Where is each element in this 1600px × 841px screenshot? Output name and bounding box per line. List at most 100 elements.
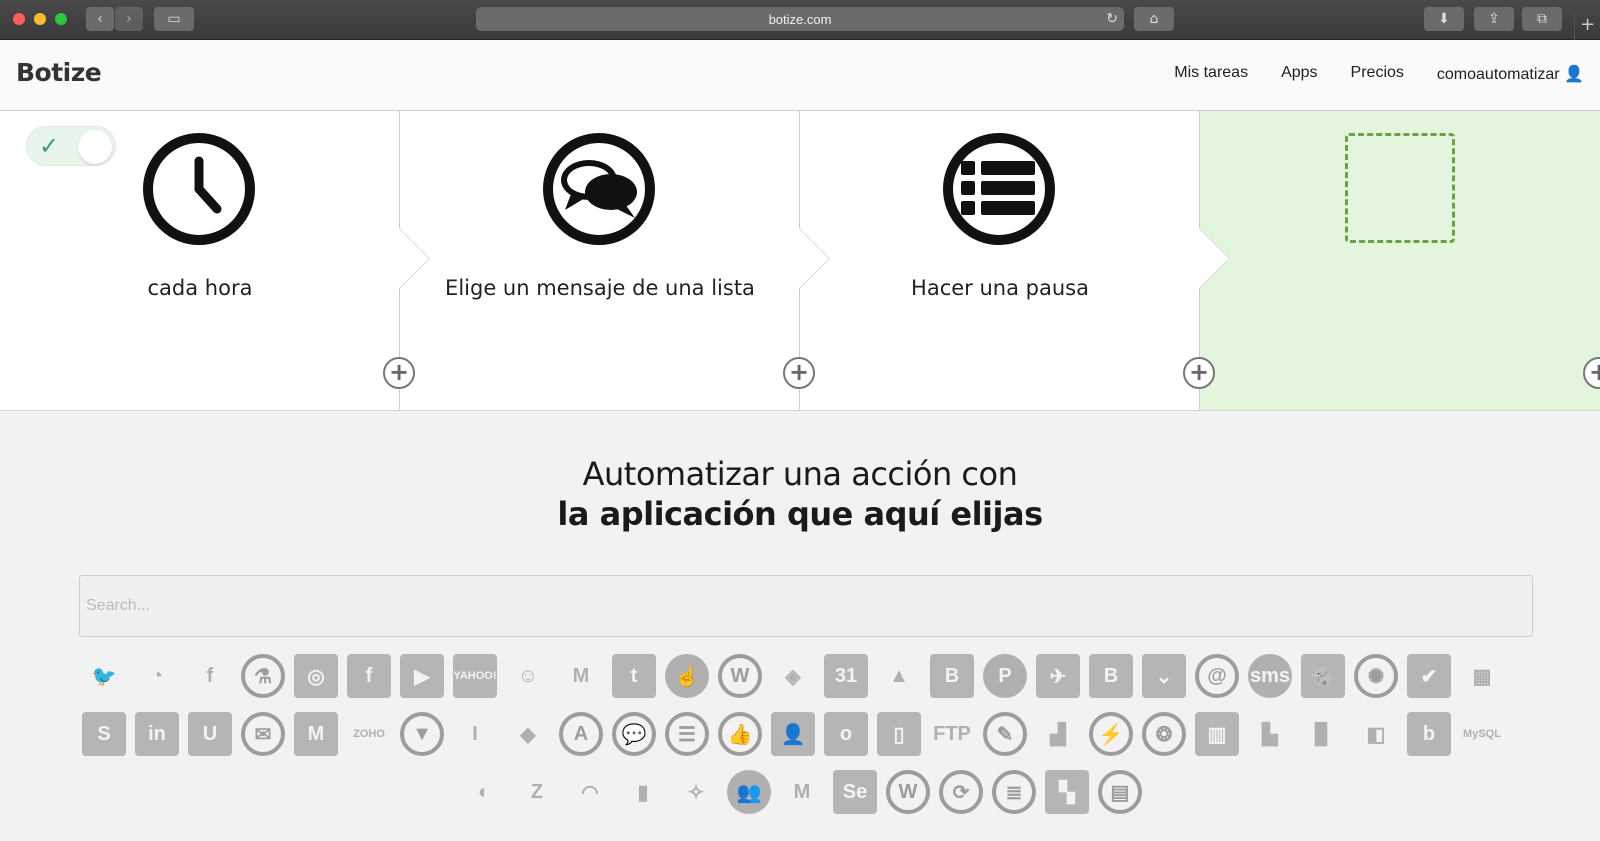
app-group-icon[interactable]: 👥 — [727, 770, 771, 814]
app-blocks-icon[interactable]: ▙ — [1248, 712, 1292, 756]
forward-button[interactable]: › — [115, 7, 143, 31]
tabs-icon: ⧉ — [1537, 11, 1547, 27]
app-sync-icon[interactable]: ⟳ — [939, 770, 983, 814]
app-contacts-icon[interactable]: 👤 — [771, 712, 815, 756]
app-outlook-icon[interactable]: o — [824, 712, 868, 756]
app-analytics-icon[interactable]: ▟ — [1036, 712, 1080, 756]
tabs-overview-button[interactable]: ⧉ — [1522, 7, 1562, 31]
app-messenger-icon[interactable]: ⚡ — [1089, 712, 1133, 756]
app-rss-icon[interactable]: ◔ — [135, 654, 179, 698]
app-yahoo-weather-icon[interactable]: YAHOO! — [453, 654, 497, 698]
app-google-drive-icon[interactable]: ▲ — [877, 654, 921, 698]
app-filter-icon[interactable]: ▼ — [400, 712, 444, 756]
app-gmail-icon[interactable]: M — [559, 654, 603, 698]
app-typography-icon[interactable]: A — [559, 712, 603, 756]
app-document-icon[interactable]: ▯ — [877, 712, 921, 756]
reload-icon[interactable]: ↻ — [1106, 10, 1118, 27]
app-cube-icon[interactable]: ◆ — [506, 712, 550, 756]
app-lab-icon[interactable]: ⚗ — [241, 654, 285, 698]
app-email-at-icon[interactable]: @ — [1195, 654, 1239, 698]
app-bars-icon[interactable]: ▊ — [1301, 712, 1345, 756]
app-wordpress-icon[interactable]: W — [886, 770, 930, 814]
app-instapaper-icon[interactable]: I — [453, 712, 497, 756]
close-window-button[interactable] — [13, 13, 25, 25]
brand-logo[interactable]: Botize — [16, 58, 102, 87]
app-pocket-icon[interactable]: ⌄ — [1142, 654, 1186, 698]
app-bing-icon[interactable]: b — [1407, 712, 1451, 756]
app-like-icon[interactable]: 👍 — [718, 712, 762, 756]
downloads-button[interactable]: ⬇ — [1424, 7, 1464, 31]
nav-apps[interactable]: Apps — [1281, 64, 1317, 84]
chat-bubbles-icon — [543, 133, 655, 245]
app-sms-icon[interactable]: sms — [1248, 654, 1292, 698]
app-selenium-icon[interactable]: Se — [833, 770, 877, 814]
dashed-placeholder[interactable] — [1345, 133, 1455, 243]
list-icon — [943, 133, 1055, 245]
app-doc-list-icon[interactable]: ≣ — [992, 770, 1036, 814]
app-zoho-projects-icon[interactable]: ZOHO — [347, 712, 391, 756]
app-todo-icon[interactable]: ✔ — [1407, 654, 1451, 698]
app-grid: 🐦 ◔ f ⚗ ◎ f ▶ YAHOO! ☺ Mt ☝ W ◈ 31 ▲ B P ✈ B ⌄ @ sms 🐘 ✺ ✔ ▦ Sin U… — [82, 654, 1522, 828]
app-mysql-icon[interactable]: MySQL — [1460, 712, 1504, 756]
nav-precios[interactable]: Precios — [1351, 64, 1404, 84]
app-evernote-icon[interactable]: 🐘 — [1301, 654, 1345, 698]
app-mail-icon[interactable]: ✉ — [241, 712, 285, 756]
nav-mis-tareas[interactable]: Mis tareas — [1174, 64, 1248, 84]
minimize-window-button[interactable] — [34, 13, 46, 25]
app-touch-icon[interactable]: ☝ — [665, 654, 709, 698]
back-button[interactable]: ‹ — [86, 7, 114, 31]
share-icon: ⇪ — [1488, 11, 1500, 27]
app-pinterest-icon[interactable]: P — [983, 654, 1027, 698]
app-dots-icon[interactable]: ❂ — [1142, 712, 1186, 756]
app-pushpin-icon[interactable]: ✈ — [1036, 654, 1080, 698]
app-instagram-icon[interactable]: ◎ — [294, 654, 338, 698]
app-elastic-icon[interactable]: ◐ — [462, 770, 506, 814]
app-tumblr-icon[interactable]: t — [612, 654, 656, 698]
app-list-icon[interactable]: ☰ — [665, 712, 709, 756]
app-trello-icon[interactable]: ▥ — [1195, 712, 1239, 756]
app-calendar-icon[interactable]: 31 — [824, 654, 868, 698]
app-zendesk-icon[interactable]: Z — [515, 770, 559, 814]
app-brush-icon[interactable]: ✎ — [983, 712, 1027, 756]
new-tab-button[interactable]: + — [1574, 14, 1600, 40]
app-marketo-icon[interactable]: M — [780, 770, 824, 814]
app-chat-icon[interactable]: 💬 — [612, 712, 656, 756]
app-facebook-icon[interactable]: f — [347, 654, 391, 698]
add-step-button[interactable]: + — [1183, 357, 1215, 389]
app-youtube-icon[interactable]: ▶ — [400, 654, 444, 698]
app-swarm-icon[interactable]: S — [82, 712, 126, 756]
app-wordpress-xmlrpc-icon[interactable]: W — [718, 654, 762, 698]
user-icon: 👤 — [1564, 66, 1584, 83]
app-botize-icon[interactable]: B — [1089, 654, 1133, 698]
address-bar[interactable]: botize.com ↻ — [476, 7, 1124, 31]
nav-user-account[interactable]: comoautomatizar 👤 — [1437, 64, 1584, 84]
home-button[interactable]: ⌂ — [1134, 7, 1174, 31]
app-jenkins-icon[interactable]: ☺ — [506, 654, 550, 698]
app-ftp-icon[interactable]: FTP — [930, 712, 974, 756]
app-twitter-icon[interactable]: 🐦 — [82, 654, 126, 698]
app-compass-icon[interactable]: ✧ — [674, 770, 718, 814]
zoom-window-button[interactable] — [55, 13, 67, 25]
share-button[interactable]: ⇪ — [1474, 7, 1514, 31]
app-blogger-icon[interactable]: B — [930, 654, 974, 698]
app-webhooks-icon[interactable]: ✺ — [1354, 654, 1398, 698]
app-magnet-icon[interactable]: U — [188, 712, 232, 756]
app-row: 🐦 ◔ f ⚗ ◎ f ▶ YAHOO! ☺ Mt ☝ W ◈ 31 ▲ B P ✈ B ⌄ @ sms 🐘 ✺ ✔ ▦ — [82, 654, 1522, 698]
app-facebook-comments-icon[interactable]: f — [188, 654, 232, 698]
app-rainbow-icon[interactable]: ◠ — [568, 770, 612, 814]
app-newsfeed-icon[interactable]: ▤ — [1098, 770, 1142, 814]
app-header: Botize Mis tareas Apps Precios comoautom… — [0, 40, 1600, 111]
app-delicious-icon[interactable]: ▚ — [1045, 770, 1089, 814]
check-icon: ✓ — [39, 132, 60, 160]
step-pause[interactable]: Hacer una pausa — [800, 111, 1200, 410]
app-pages-icon[interactable]: ▮ — [621, 770, 665, 814]
app-linkedin-icon[interactable]: in — [135, 712, 179, 756]
step-choose-message[interactable]: Elige un mensaje de una lista — [400, 111, 800, 410]
app-aws-icon[interactable]: ◧ — [1354, 712, 1398, 756]
sidebar-toggle-button[interactable]: ▭ — [154, 7, 194, 31]
app-spreadsheet-icon[interactable]: ▦ — [1460, 654, 1504, 698]
app-gmail-alt-icon[interactable]: M — [294, 712, 338, 756]
app-search-input[interactable] — [79, 575, 1533, 637]
app-dropbox-icon[interactable]: ◈ — [771, 654, 815, 698]
task-toggle[interactable]: ✓ — [26, 126, 116, 166]
